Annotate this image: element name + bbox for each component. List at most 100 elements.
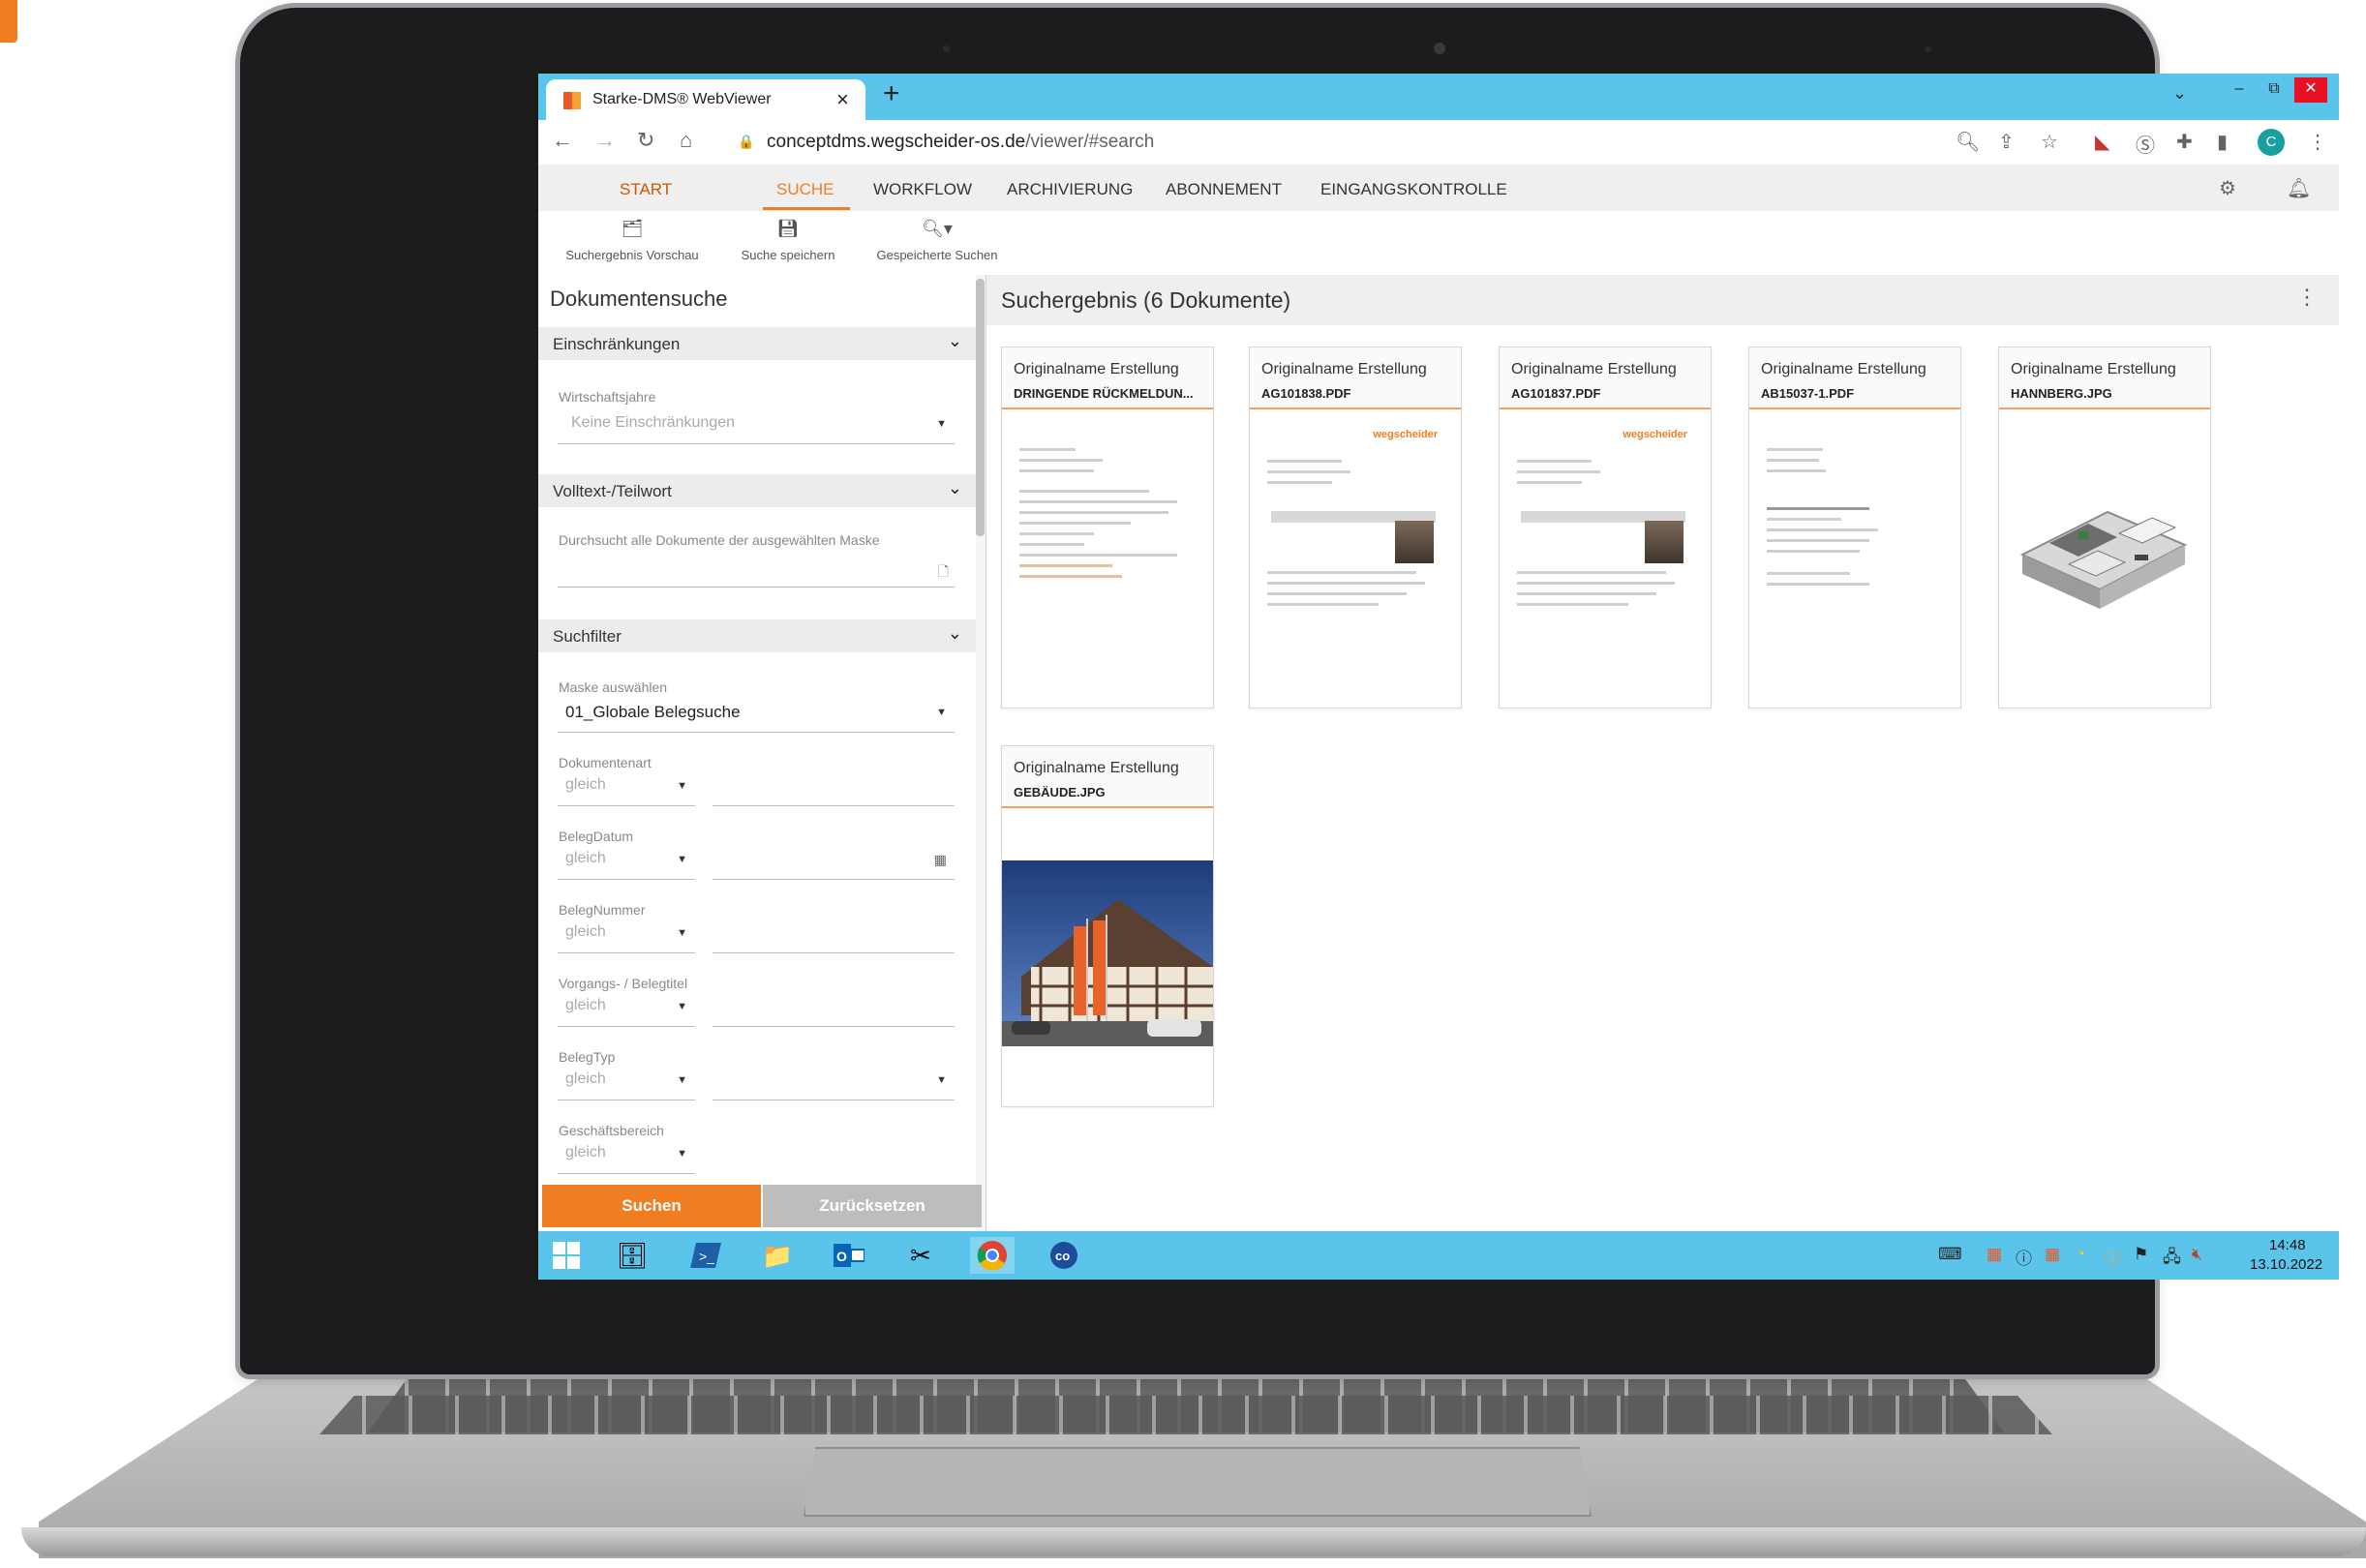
save-search-button[interactable]: 💾︎ Suche speichern xyxy=(728,219,848,262)
chrome-icon[interactable] xyxy=(970,1237,1015,1274)
filter-section-header[interactable]: Suchfilter ⌄ xyxy=(538,619,976,652)
more-options-icon[interactable]: ⋮ xyxy=(2296,285,2318,310)
tab-search-chevron-icon[interactable]: ⌄ xyxy=(2172,83,2187,104)
zoom-icon[interactable]: 🔍︎ xyxy=(1956,130,1980,154)
reload-icon[interactable]: ↻ xyxy=(637,128,654,153)
settings-gear-icon[interactable]: ⚙ xyxy=(2219,176,2236,200)
operator-select-geschaeftsbereich[interactable]: gleich ▼ xyxy=(558,1138,695,1174)
saved-searches-label: Gespeicherte Suchen xyxy=(876,248,998,262)
value-input-dokumentenart[interactable] xyxy=(713,770,955,806)
filter-label-belegdatum: BelegDatum xyxy=(559,829,634,844)
fulltext-section-header[interactable]: Volltext-/Teilwort ⌄ xyxy=(538,474,976,507)
result-card[interactable]: Originalname Erstellung DRINGENDE RÜCKME… xyxy=(1001,347,1214,709)
side-panel-icon[interactable]: ▮ xyxy=(2217,130,2228,154)
notification-bell-icon[interactable]: 🔔︎ xyxy=(2287,176,2311,200)
fiscal-years-select[interactable]: Keine Einschränkungen ▼ xyxy=(558,408,955,444)
operator-select-belegtyp[interactable]: gleich ▼ xyxy=(558,1065,695,1101)
new-tab-icon[interactable]: + xyxy=(883,77,900,110)
network-icon[interactable]: 🖧 xyxy=(2163,1245,2181,1273)
app-main-nav: START SUCHE WORKFLOW ARCHIVIERUNG ABONNE… xyxy=(538,165,2339,211)
pdf-extension-icon[interactable]: ◣ xyxy=(2095,130,2109,154)
operator-select-dokumentenart[interactable]: gleich ▼ xyxy=(558,770,695,806)
contact-photo xyxy=(1395,521,1434,563)
profile-avatar[interactable]: C xyxy=(2258,129,2285,156)
file-explorer-icon[interactable]: 📁 xyxy=(755,1237,800,1274)
result-card[interactable]: Originalname Erstellung AG101838.PDF weg… xyxy=(1249,347,1462,709)
saved-searches-button[interactable]: 🔍︎▾ Gespeicherte Suchen xyxy=(865,219,1009,262)
operator-select-belegnummer[interactable]: gleich ▼ xyxy=(558,918,695,953)
card-header: Originalname Erstellung HANNBERG.JPG xyxy=(1999,347,2210,409)
home-icon[interactable]: ⌂ xyxy=(680,128,692,153)
windows-logo xyxy=(553,1242,580,1269)
panel-scrollbar-thumb[interactable] xyxy=(976,279,985,536)
taskbar-date[interactable]: 13.10.2022 xyxy=(2250,1256,2322,1273)
restrictions-section-header[interactable]: Einschränkungen ⌄ xyxy=(538,327,976,360)
caret-down-icon: ▼ xyxy=(677,1074,687,1086)
value-input-belegdatum[interactable]: ▦ xyxy=(713,844,955,880)
powershell-icon[interactable]: >_ xyxy=(683,1237,728,1274)
minimize-icon[interactable]: – xyxy=(2223,77,2256,103)
share-icon[interactable]: ⇪ xyxy=(1998,130,2015,154)
dms-tray-icon[interactable]: ▦ xyxy=(1987,1245,2002,1264)
lock-icon[interactable]: 🔒 xyxy=(738,134,754,150)
operator-value: gleich xyxy=(565,776,606,793)
caret-down-icon: ▼ xyxy=(677,1148,687,1160)
connect-app-icon[interactable]: co xyxy=(1042,1237,1086,1274)
value-input-belegtitel[interactable] xyxy=(713,991,955,1027)
nav-archivierung[interactable]: ARCHIVIERUNG xyxy=(1007,180,1133,199)
offer-thumbnail: wegscheider xyxy=(1511,419,1697,696)
window-close-icon[interactable]: ✕ xyxy=(2294,77,2327,103)
laptop-lid: Starke-DMS® WebViewer × + ⌄ – ⧉ ✕ ← → ↻ … xyxy=(240,8,2339,1374)
keyboard-icon[interactable]: ⌨ xyxy=(1938,1245,1962,1264)
bookmark-star-icon[interactable]: ☆ xyxy=(2041,130,2058,154)
forward-arrow-icon[interactable]: → xyxy=(594,128,616,153)
operator-select-belegdatum[interactable]: gleich ▼ xyxy=(558,844,695,880)
mask-select[interactable]: 01_Globale Belegsuche ▼ xyxy=(558,697,955,733)
result-card[interactable]: Originalname Erstellung HANNBERG.JPG xyxy=(1998,347,2211,709)
warning-tray-icon[interactable]: ⓘ xyxy=(2105,1245,2121,1269)
clock-tray-icon[interactable]: ◔ xyxy=(2076,1245,2085,1264)
nav-workflow[interactable]: WORKFLOW xyxy=(873,180,972,199)
result-card[interactable]: Originalname Erstellung GEBÄUDE.JPG xyxy=(1001,745,1214,1107)
svg-text:co: co xyxy=(1055,1249,1070,1263)
url-host: conceptdms.wegscheider-os.de xyxy=(767,132,1026,152)
nav-suche[interactable]: SUCHE xyxy=(776,180,834,199)
nav-eingangskontrolle[interactable]: EINGANGSKONTROLLE xyxy=(1320,180,1507,199)
browser-menu-icon[interactable]: ⋮ xyxy=(2308,130,2327,154)
chrome-logo xyxy=(977,1241,1007,1271)
section-label: Einschränkungen xyxy=(553,335,681,353)
taskbar-time[interactable]: 14:48 xyxy=(2269,1237,2306,1253)
result-card[interactable]: Originalname Erstellung AB15037-1.PDF xyxy=(1748,347,1961,709)
value-input-belegnummer[interactable] xyxy=(713,918,955,953)
preview-button[interactable]: 🗂︎ Suchergebnis Vorschau xyxy=(552,219,713,262)
search-button[interactable]: Suchen xyxy=(542,1185,761,1227)
skype-extension-icon[interactable]: Ⓢ xyxy=(2136,130,2155,158)
value-select-belegtyp[interactable]: ▼ xyxy=(713,1065,955,1101)
calendar-icon[interactable]: ▦ xyxy=(934,852,947,868)
outlook-logo: O xyxy=(834,1244,864,1267)
browser-tab[interactable]: Starke-DMS® WebViewer × xyxy=(546,79,865,120)
server-manager-icon[interactable]: 🗄 xyxy=(610,1237,654,1274)
address-field[interactable]: conceptdms.wegscheider-os.de/viewer/#sea… xyxy=(767,132,1154,153)
nav-start[interactable]: START xyxy=(620,180,672,199)
operator-value: gleich xyxy=(565,923,606,940)
outlook-icon[interactable]: O xyxy=(827,1237,871,1274)
document-icon[interactable]: 🗋 xyxy=(938,561,949,585)
result-card[interactable]: Originalname Erstellung AG101837.PDF weg… xyxy=(1499,347,1712,709)
back-arrow-icon[interactable]: ← xyxy=(552,128,573,153)
dms-tray-icon-2[interactable]: ▦ xyxy=(2045,1245,2060,1264)
volume-muted-icon[interactable]: 🔇︎ xyxy=(2192,1245,2202,1264)
snipping-tool-icon[interactable]: ✂ xyxy=(898,1237,943,1274)
info-tray-icon[interactable]: ⓘ xyxy=(2016,1245,2032,1269)
operator-select-belegtitel[interactable]: gleich ▼ xyxy=(558,991,695,1027)
windows-start-icon[interactable] xyxy=(544,1237,589,1274)
restore-icon[interactable]: ⧉ xyxy=(2258,77,2290,103)
mask-value: 01_Globale Belegsuche xyxy=(565,703,741,721)
flag-icon[interactable]: ⚑ xyxy=(2134,1245,2148,1264)
extensions-puzzle-icon[interactable]: ✚ xyxy=(2176,130,2193,154)
reset-button[interactable]: Zurücksetzen xyxy=(763,1185,982,1227)
fulltext-input[interactable]: Durchsucht alle Dokumente der ausgewählt… xyxy=(558,530,955,588)
tab-close-icon[interactable]: × xyxy=(836,87,849,112)
nav-abonnement[interactable]: ABONNEMENT xyxy=(1166,180,1282,199)
filter-label-belegtyp: BelegTyp xyxy=(559,1049,616,1065)
